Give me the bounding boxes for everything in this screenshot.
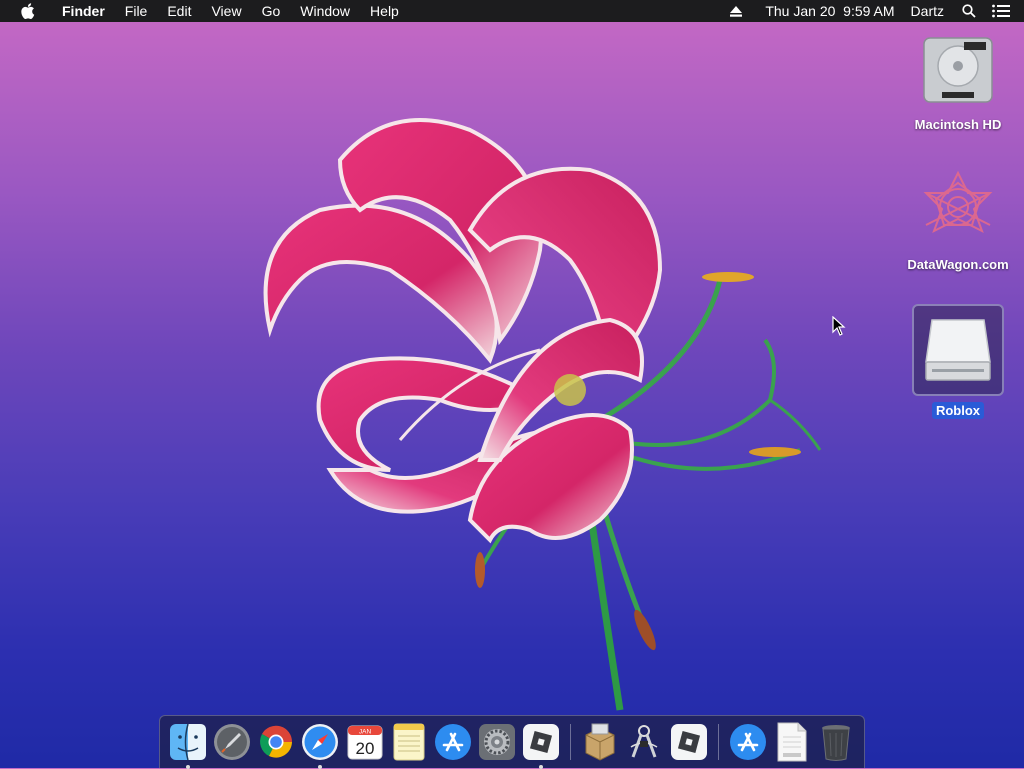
trash-icon [822, 725, 850, 761]
roblox-icon [523, 724, 560, 760]
instruments-icon [631, 725, 658, 758]
desktop-icon-label: DataWagon.com [907, 257, 1009, 272]
menubar-clock[interactable]: Thu Jan 20 9:59 AM [757, 0, 902, 22]
downloads-app-store-icon [729, 724, 766, 760]
dock-calendar[interactable]: JAN 20 [345, 722, 384, 762]
menubar-user[interactable]: Dartz [903, 0, 952, 22]
roblox-studio-icon [670, 724, 707, 760]
running-indicator [186, 765, 191, 769]
dock-roblox-studio[interactable] [669, 722, 708, 762]
menu-go[interactable]: Go [252, 0, 291, 22]
app-store-icon [434, 724, 471, 760]
menu-edit[interactable]: Edit [157, 0, 201, 22]
chrome-icon [260, 725, 293, 758]
dock-app-store[interactable] [433, 722, 472, 762]
system-preferences-icon [479, 724, 516, 760]
dock-document-stack[interactable] [772, 722, 811, 762]
dock-downloads-stack[interactable] [728, 722, 767, 762]
notes-icon [393, 723, 425, 761]
dock-installer[interactable] [581, 722, 620, 762]
dock: JAN 20 [159, 715, 865, 769]
dock-separator [717, 724, 719, 760]
dock-safari[interactable] [301, 722, 340, 769]
menu-window[interactable]: Window [290, 0, 360, 22]
hard-drive-icon [918, 30, 998, 110]
dock-chrome[interactable] [257, 722, 296, 762]
desktop-icon-label: Macintosh HD [914, 117, 1002, 132]
running-indicator [318, 765, 323, 769]
notification-center-icon[interactable] [990, 0, 1012, 22]
dock-finder[interactable] [168, 722, 207, 769]
desktop-icon-macintosh-hd[interactable]: Macintosh HD [903, 30, 1013, 133]
calendar-day: 20 [355, 739, 374, 758]
desktop-icon-datawagon[interactable]: DataWagon.com [903, 168, 1013, 273]
dock-launchpad[interactable] [213, 722, 252, 762]
installer-icon [585, 723, 615, 761]
desktop-icon-label: Roblox [931, 402, 985, 419]
finder-icon [170, 723, 207, 761]
safari-icon [302, 724, 339, 760]
html-document-icon [777, 722, 807, 762]
datawagon-logo-icon [915, 168, 1001, 250]
menu-view[interactable]: View [201, 0, 251, 22]
menu-file[interactable]: File [115, 0, 158, 22]
eject-icon[interactable] [725, 0, 747, 22]
menu-help[interactable]: Help [360, 0, 409, 22]
running-indicator [539, 765, 544, 769]
mouse-cursor-icon [832, 316, 846, 336]
dock-instruments[interactable] [625, 722, 664, 762]
dock-roblox[interactable] [522, 722, 561, 769]
dock-trash[interactable] [816, 722, 855, 762]
calendar-icon: JAN 20 [347, 725, 383, 760]
dock-notes[interactable] [389, 722, 428, 762]
wallpaper-lily-flower [263, 118, 822, 711]
dock-system-preferences[interactable] [477, 722, 516, 762]
menu-bar: Finder File Edit View Go Window Help Thu… [0, 0, 1024, 22]
launchpad-icon [214, 724, 251, 760]
menu-app-finder[interactable]: Finder [52, 0, 115, 22]
desktop-icon-roblox[interactable]: Roblox [903, 304, 1013, 419]
dock-separator [570, 724, 572, 760]
spotlight-search-icon[interactable] [958, 0, 980, 22]
calendar-month: JAN [358, 729, 371, 736]
apple-menu-icon[interactable] [18, 3, 38, 19]
removable-disk-icon [912, 304, 1004, 396]
